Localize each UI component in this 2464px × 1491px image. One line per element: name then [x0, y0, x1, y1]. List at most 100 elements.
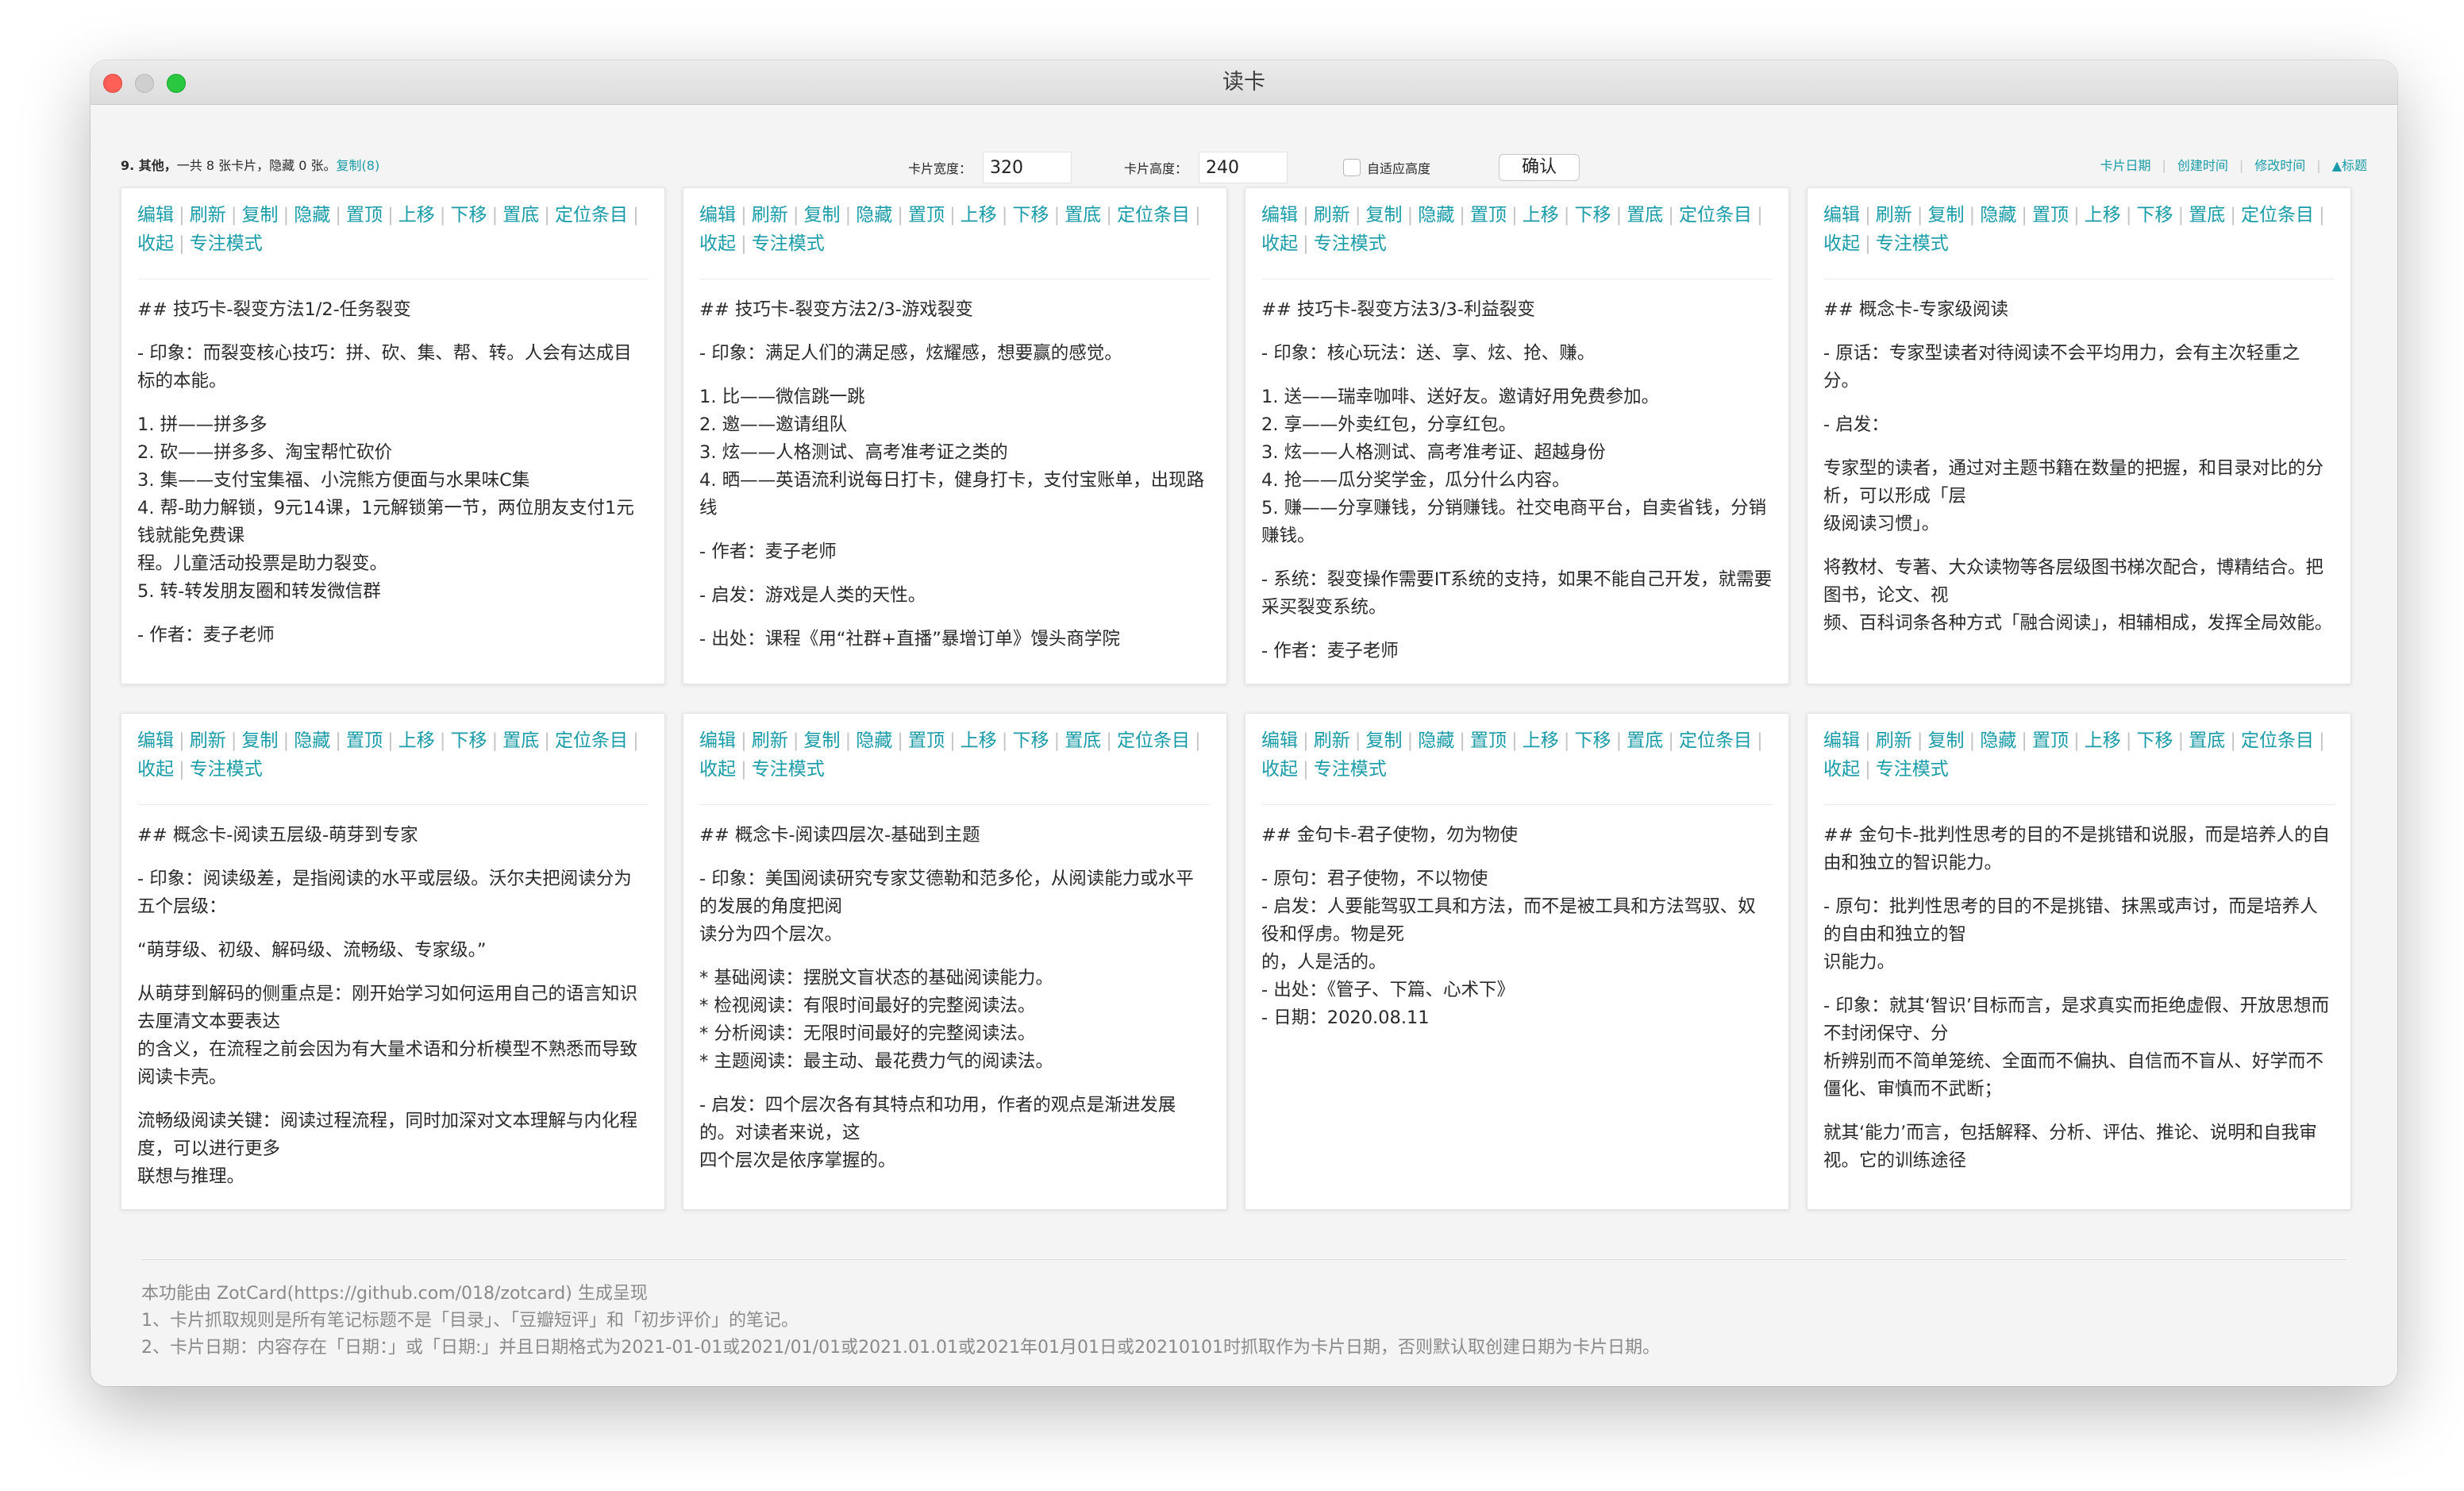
- confirm-control: 确认: [1499, 151, 1580, 184]
- card-edit-link[interactable]: 编辑: [137, 730, 174, 751]
- card-locate-item-link[interactable]: 定位条目: [2241, 205, 2314, 225]
- card-collapse-link[interactable]: 收起: [1261, 233, 1298, 254]
- card-height-input[interactable]: [1199, 152, 1288, 183]
- card-move-down-link[interactable]: 下移: [1575, 205, 1611, 225]
- card-edit-link[interactable]: 编辑: [699, 205, 736, 225]
- card-move-down-link[interactable]: 下移: [1575, 730, 1611, 751]
- card-hide-link[interactable]: 隐藏: [856, 205, 892, 225]
- card-refresh-link[interactable]: 刷新: [190, 730, 226, 751]
- separator: |: [179, 759, 185, 780]
- card-move-up-link[interactable]: 上移: [1523, 205, 1559, 225]
- card-pin-top-link[interactable]: 置顶: [346, 730, 383, 751]
- card-collapse-link[interactable]: 收起: [699, 759, 736, 780]
- card-copy-link[interactable]: 复制: [242, 205, 279, 225]
- sort-title[interactable]: ▲标题: [2332, 158, 2367, 173]
- sort-card-date[interactable]: 卡片日期: [2100, 158, 2150, 173]
- card-pin-bottom-link[interactable]: 置底: [502, 205, 539, 225]
- card-pin-bottom-link[interactable]: 置底: [1627, 205, 1663, 225]
- card-refresh-link[interactable]: 刷新: [1314, 205, 1350, 225]
- sort-modified-time[interactable]: 修改时间: [2254, 158, 2305, 173]
- card-move-up-link[interactable]: 上移: [398, 205, 435, 225]
- card-pin-bottom-link[interactable]: 置底: [2189, 205, 2225, 225]
- card-move-down-link[interactable]: 下移: [451, 730, 487, 751]
- auto-height-checkbox[interactable]: [1343, 159, 1361, 176]
- card-copy-link[interactable]: 复制: [1366, 205, 1403, 225]
- card-width-input[interactable]: [983, 152, 1072, 183]
- card-move-up-link[interactable]: 上移: [2085, 205, 2121, 225]
- card-edit-link[interactable]: 编辑: [1823, 205, 1860, 225]
- sort-created-time[interactable]: 创建时间: [2177, 158, 2228, 173]
- card-hide-link[interactable]: 隐藏: [1980, 205, 2016, 225]
- card-refresh-link[interactable]: 刷新: [1876, 730, 1912, 751]
- card-focus-mode-link[interactable]: 专注模式: [190, 759, 263, 780]
- card-locate-item-link[interactable]: 定位条目: [555, 730, 628, 751]
- card-locate-item-link[interactable]: 定位条目: [2241, 730, 2314, 751]
- card-copy-link[interactable]: 复制: [804, 730, 841, 751]
- card-move-down-link[interactable]: 下移: [2137, 205, 2173, 225]
- card-pin-bottom-link[interactable]: 置底: [502, 730, 539, 751]
- card-pin-top-link[interactable]: 置顶: [1470, 205, 1507, 225]
- card-focus-mode-link[interactable]: 专注模式: [1314, 759, 1387, 780]
- card-hide-link[interactable]: 隐藏: [294, 730, 330, 751]
- card-refresh-link[interactable]: 刷新: [752, 730, 788, 751]
- card-move-down-link[interactable]: 下移: [1013, 730, 1049, 751]
- card-edit-link[interactable]: 编辑: [137, 205, 174, 225]
- card-move-up-link[interactable]: 上移: [398, 730, 435, 751]
- card-edit-link[interactable]: 编辑: [1823, 730, 1860, 751]
- card-pin-bottom-link[interactable]: 置底: [1065, 730, 1101, 751]
- card-pin-top-link[interactable]: 置顶: [2032, 205, 2069, 225]
- card-focus-mode-link[interactable]: 专注模式: [752, 759, 825, 780]
- card-copy-link[interactable]: 复制: [1928, 205, 1965, 225]
- card-copy-link[interactable]: 复制: [1928, 730, 1965, 751]
- card-focus-mode-link[interactable]: 专注模式: [1876, 759, 1949, 780]
- card-edit-link[interactable]: 编辑: [1261, 730, 1298, 751]
- card-pin-top-link[interactable]: 置顶: [2032, 730, 2069, 751]
- card-locate-item-link[interactable]: 定位条目: [555, 205, 628, 225]
- card-edit-link[interactable]: 编辑: [699, 730, 736, 751]
- card-locate-item-link[interactable]: 定位条目: [1679, 205, 1752, 225]
- card-refresh-link[interactable]: 刷新: [1876, 205, 1912, 225]
- card-move-down-link[interactable]: 下移: [2137, 730, 2173, 751]
- card-refresh-link[interactable]: 刷新: [190, 205, 226, 225]
- card-pin-bottom-link[interactable]: 置底: [2189, 730, 2225, 751]
- card-locate-item-link[interactable]: 定位条目: [1117, 205, 1190, 225]
- card-collapse-link[interactable]: 收起: [1823, 759, 1860, 780]
- card-focus-mode-link[interactable]: 专注模式: [190, 233, 263, 254]
- card-copy-link[interactable]: 复制: [242, 730, 279, 751]
- card-collapse-link[interactable]: 收起: [1823, 233, 1860, 254]
- card-refresh-link[interactable]: 刷新: [1314, 730, 1350, 751]
- card-focus-mode-link[interactable]: 专注模式: [1876, 233, 1949, 254]
- card-refresh-link[interactable]: 刷新: [752, 205, 788, 225]
- card-edit-link[interactable]: 编辑: [1261, 205, 1298, 225]
- card-pin-bottom-link[interactable]: 置底: [1627, 730, 1663, 751]
- card-pin-top-link[interactable]: 置顶: [1470, 730, 1507, 751]
- confirm-button[interactable]: 确认: [1499, 154, 1580, 181]
- card-hide-link[interactable]: 隐藏: [1980, 730, 2016, 751]
- separator: |: [1407, 730, 1414, 751]
- card-collapse-link[interactable]: 收起: [1261, 759, 1298, 780]
- card-pin-top-link[interactable]: 置顶: [908, 205, 945, 225]
- card-copy-link[interactable]: 复制: [804, 205, 841, 225]
- copy-all-link[interactable]: 复制(8): [337, 158, 380, 173]
- card-pin-top-link[interactable]: 置顶: [346, 205, 383, 225]
- card-move-up-link[interactable]: 上移: [2085, 730, 2121, 751]
- card-move-up-link[interactable]: 上移: [961, 730, 997, 751]
- card-hide-link[interactable]: 隐藏: [1418, 730, 1454, 751]
- card-collapse-link[interactable]: 收起: [137, 759, 174, 780]
- card-move-up-link[interactable]: 上移: [961, 205, 997, 225]
- card-pin-bottom-link[interactable]: 置底: [1065, 205, 1101, 225]
- card-hide-link[interactable]: 隐藏: [1418, 205, 1454, 225]
- card-copy-link[interactable]: 复制: [1366, 730, 1403, 751]
- card-focus-mode-link[interactable]: 专注模式: [752, 233, 825, 254]
- card-locate-item-link[interactable]: 定位条目: [1117, 730, 1190, 751]
- card-collapse-link[interactable]: 收起: [137, 233, 174, 254]
- card-collapse-link[interactable]: 收起: [699, 233, 736, 254]
- card-pin-top-link[interactable]: 置顶: [908, 730, 945, 751]
- card-hide-link[interactable]: 隐藏: [294, 205, 330, 225]
- card-locate-item-link[interactable]: 定位条目: [1679, 730, 1752, 751]
- card-move-up-link[interactable]: 上移: [1523, 730, 1559, 751]
- card-hide-link[interactable]: 隐藏: [856, 730, 892, 751]
- card-move-down-link[interactable]: 下移: [451, 205, 487, 225]
- card-focus-mode-link[interactable]: 专注模式: [1314, 233, 1387, 254]
- card-move-down-link[interactable]: 下移: [1013, 205, 1049, 225]
